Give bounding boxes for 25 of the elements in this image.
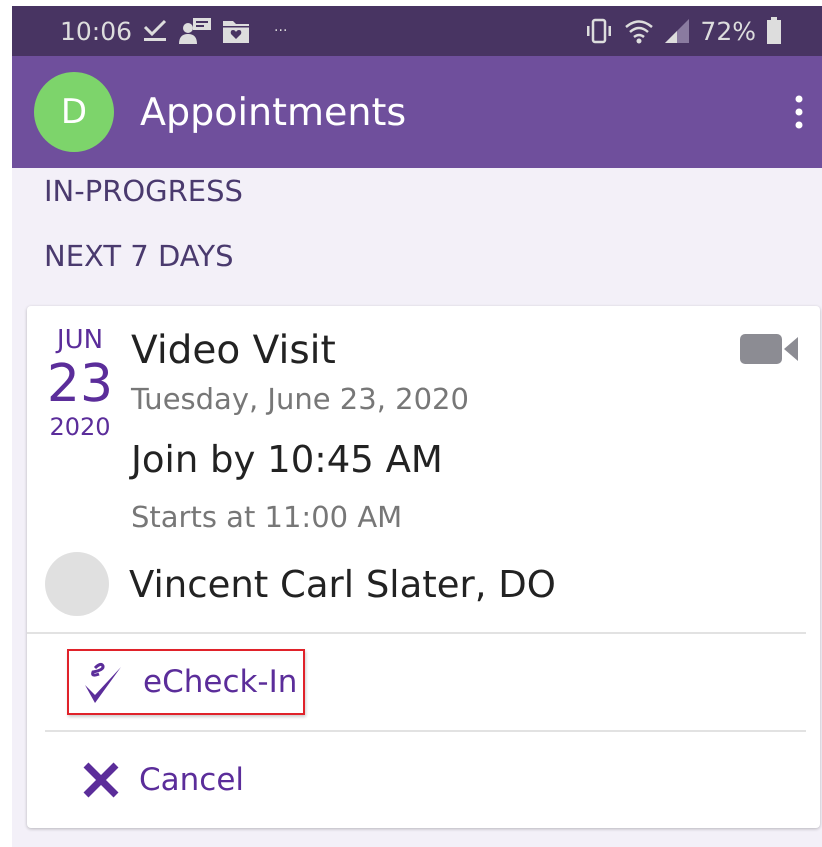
battery-percent: 72% xyxy=(700,16,756,46)
section-header: IN-PROGRESS xyxy=(43,173,244,210)
overflow-dots: ··· xyxy=(274,23,288,39)
action-button[interactable]: Cancel xyxy=(67,750,252,810)
app-title: Appointments xyxy=(140,90,408,134)
contact-card-icon xyxy=(178,17,212,45)
folder-heart-icon xyxy=(222,18,250,44)
visit-title: Video Visit xyxy=(131,327,337,375)
close-icon xyxy=(81,760,121,800)
download-done-icon xyxy=(142,19,168,43)
date-year: 2020 xyxy=(49,412,111,442)
join-time: Join by 10:45 AM xyxy=(131,437,444,483)
provider-name: Vincent Carl Slater, DO xyxy=(129,562,556,606)
video-camera-icon xyxy=(740,334,800,364)
date-day: 23 xyxy=(46,356,114,412)
visit-date: Tuesday, June 23, 2020 xyxy=(131,381,470,418)
more-options-icon xyxy=(794,95,804,129)
section-header: NEXT 7 DAYS xyxy=(43,238,235,275)
action-button[interactable]: eCheck-In xyxy=(67,649,306,715)
date-month: JUN xyxy=(56,324,104,356)
wifi-icon xyxy=(624,18,654,44)
clock-time: 10:06 xyxy=(60,16,132,46)
signal-icon xyxy=(664,18,690,44)
battery-icon xyxy=(766,17,782,45)
start-time: Starts at 11:00 AM xyxy=(131,499,404,536)
